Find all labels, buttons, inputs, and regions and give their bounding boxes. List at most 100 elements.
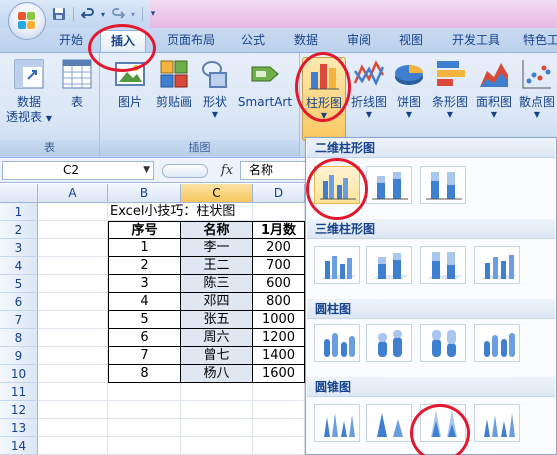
row-header[interactable]: 12 <box>0 401 38 419</box>
row-header[interactable]: 7 <box>0 311 38 329</box>
column-header-a[interactable]: A <box>38 184 108 203</box>
cell[interactable] <box>108 401 181 419</box>
cell[interactable] <box>253 401 305 419</box>
cell[interactable]: Excel小技巧：柱状图 <box>108 203 235 221</box>
cell[interactable] <box>38 347 108 365</box>
cell[interactable]: 7 <box>108 347 181 365</box>
row-header[interactable]: 13 <box>0 419 38 437</box>
cell[interactable]: 5 <box>108 311 181 329</box>
insert-function-icon[interactable]: fx <box>215 161 239 180</box>
tab-review[interactable]: 审阅 <box>338 30 380 52</box>
cell[interactable] <box>181 401 253 419</box>
row-header[interactable]: 11 <box>0 383 38 401</box>
cell[interactable]: 曾七 <box>181 347 253 365</box>
tab-special[interactable]: 特色工 <box>516 30 557 52</box>
undo-icon[interactable] <box>79 5 97 23</box>
row-header[interactable]: 4 <box>0 257 38 275</box>
percent-stacked-cylinder-option[interactable] <box>420 324 466 362</box>
column-header-b[interactable]: B <box>108 184 181 203</box>
cell[interactable]: 邓四 <box>181 293 253 311</box>
chevron-down-icon[interactable]: ▼ <box>143 162 150 179</box>
column-header-c[interactable]: C <box>181 184 253 203</box>
office-button[interactable] <box>8 2 46 40</box>
cell[interactable]: 200 <box>253 239 305 257</box>
cell[interactable] <box>38 365 108 383</box>
line-chart-button[interactable]: 折线图 ▼ <box>348 57 390 120</box>
cell[interactable] <box>38 383 108 401</box>
cell[interactable]: 1400 <box>253 347 305 365</box>
percent-stacked-column-option[interactable] <box>420 166 466 204</box>
3d-clustered-column-option[interactable] <box>314 246 360 284</box>
tab-developer[interactable]: 开发工具 <box>443 30 509 52</box>
cell[interactable] <box>38 437 108 455</box>
bar-chart-button[interactable]: 条形图 ▼ <box>428 57 472 120</box>
cell[interactable]: 张五 <box>181 311 253 329</box>
row-header[interactable]: 5 <box>0 275 38 293</box>
tab-view[interactable]: 视图 <box>390 30 432 52</box>
3d-cone-option[interactable] <box>474 404 520 442</box>
row-header[interactable]: 10 <box>0 365 38 383</box>
row-header[interactable]: 8 <box>0 329 38 347</box>
save-icon[interactable] <box>50 5 68 23</box>
cell[interactable]: 王二 <box>181 257 253 275</box>
cell[interactable]: 1月数 <box>253 221 305 239</box>
cell[interactable] <box>38 203 108 221</box>
cell[interactable]: 4 <box>108 293 181 311</box>
cell[interactable] <box>38 401 108 419</box>
row-header[interactable]: 6 <box>0 293 38 311</box>
cell[interactable] <box>181 437 253 455</box>
cell[interactable]: 周六 <box>181 329 253 347</box>
redo-icon[interactable] <box>109 5 127 23</box>
stacked-column-option[interactable] <box>366 166 412 204</box>
scatter-chart-button[interactable]: 散点图 ▼ <box>516 57 557 120</box>
select-all-corner[interactable] <box>0 184 38 203</box>
cell[interactable]: 序号 <box>108 221 181 239</box>
cell[interactable]: 700 <box>253 257 305 275</box>
cell[interactable] <box>181 419 253 437</box>
tab-data[interactable]: 数据 <box>285 30 327 52</box>
3d-cylinder-option[interactable] <box>474 324 520 362</box>
cell[interactable]: 1600 <box>253 365 305 383</box>
smartart-button[interactable]: SmartArt <box>234 57 296 110</box>
row-header[interactable]: 9 <box>0 347 38 365</box>
name-box[interactable]: C2 ▼ <box>2 161 154 180</box>
cell[interactable]: 600 <box>253 275 305 293</box>
redo-dropdown-icon[interactable]: ▾ <box>129 5 137 23</box>
stacked-cylinder-option[interactable] <box>366 324 412 362</box>
stacked-cone-option[interactable] <box>366 404 412 442</box>
column-chart-button[interactable]: 柱形图 ▼ <box>302 57 346 141</box>
undo-dropdown-icon[interactable]: ▾ <box>99 5 107 23</box>
cell[interactable] <box>38 293 108 311</box>
clustered-column-option[interactable] <box>314 166 360 204</box>
cell[interactable] <box>253 383 305 401</box>
row-header[interactable]: 14 <box>0 437 38 455</box>
clipart-button[interactable]: 剪贴画 <box>152 57 196 110</box>
column-header-d[interactable]: D <box>253 184 305 203</box>
3d-percent-stacked-column-option[interactable] <box>420 246 466 284</box>
clustered-cone-option[interactable] <box>314 404 360 442</box>
cell[interactable]: 陈三 <box>181 275 253 293</box>
tab-insert[interactable]: 插入 <box>100 30 146 52</box>
customize-qat-icon[interactable]: ▾ <box>148 5 158 23</box>
cell[interactable]: 1000 <box>253 311 305 329</box>
cell[interactable] <box>38 419 108 437</box>
cell[interactable]: 李一 <box>181 239 253 257</box>
clustered-cylinder-option[interactable] <box>314 324 360 362</box>
3d-stacked-column-option[interactable] <box>366 246 412 284</box>
cell[interactable] <box>38 329 108 347</box>
area-chart-button[interactable]: 面积图 ▼ <box>472 57 516 120</box>
cell[interactable]: 2 <box>108 257 181 275</box>
table-button[interactable]: 表 <box>58 57 96 110</box>
tab-formulas[interactable]: 公式 <box>232 30 274 52</box>
cell[interactable]: 800 <box>253 293 305 311</box>
cell[interactable]: 1 <box>108 239 181 257</box>
cell[interactable]: 6 <box>108 329 181 347</box>
cell[interactable] <box>108 419 181 437</box>
row-header[interactable]: 1 <box>0 203 38 221</box>
cell[interactable] <box>253 203 305 221</box>
cell[interactable] <box>38 275 108 293</box>
cell[interactable]: 名称 <box>181 221 253 239</box>
pivot-table-button[interactable]: 数据 透视表 ▼ <box>4 57 54 126</box>
cell[interactable] <box>181 203 253 221</box>
cell[interactable]: 杨八 <box>181 365 253 383</box>
